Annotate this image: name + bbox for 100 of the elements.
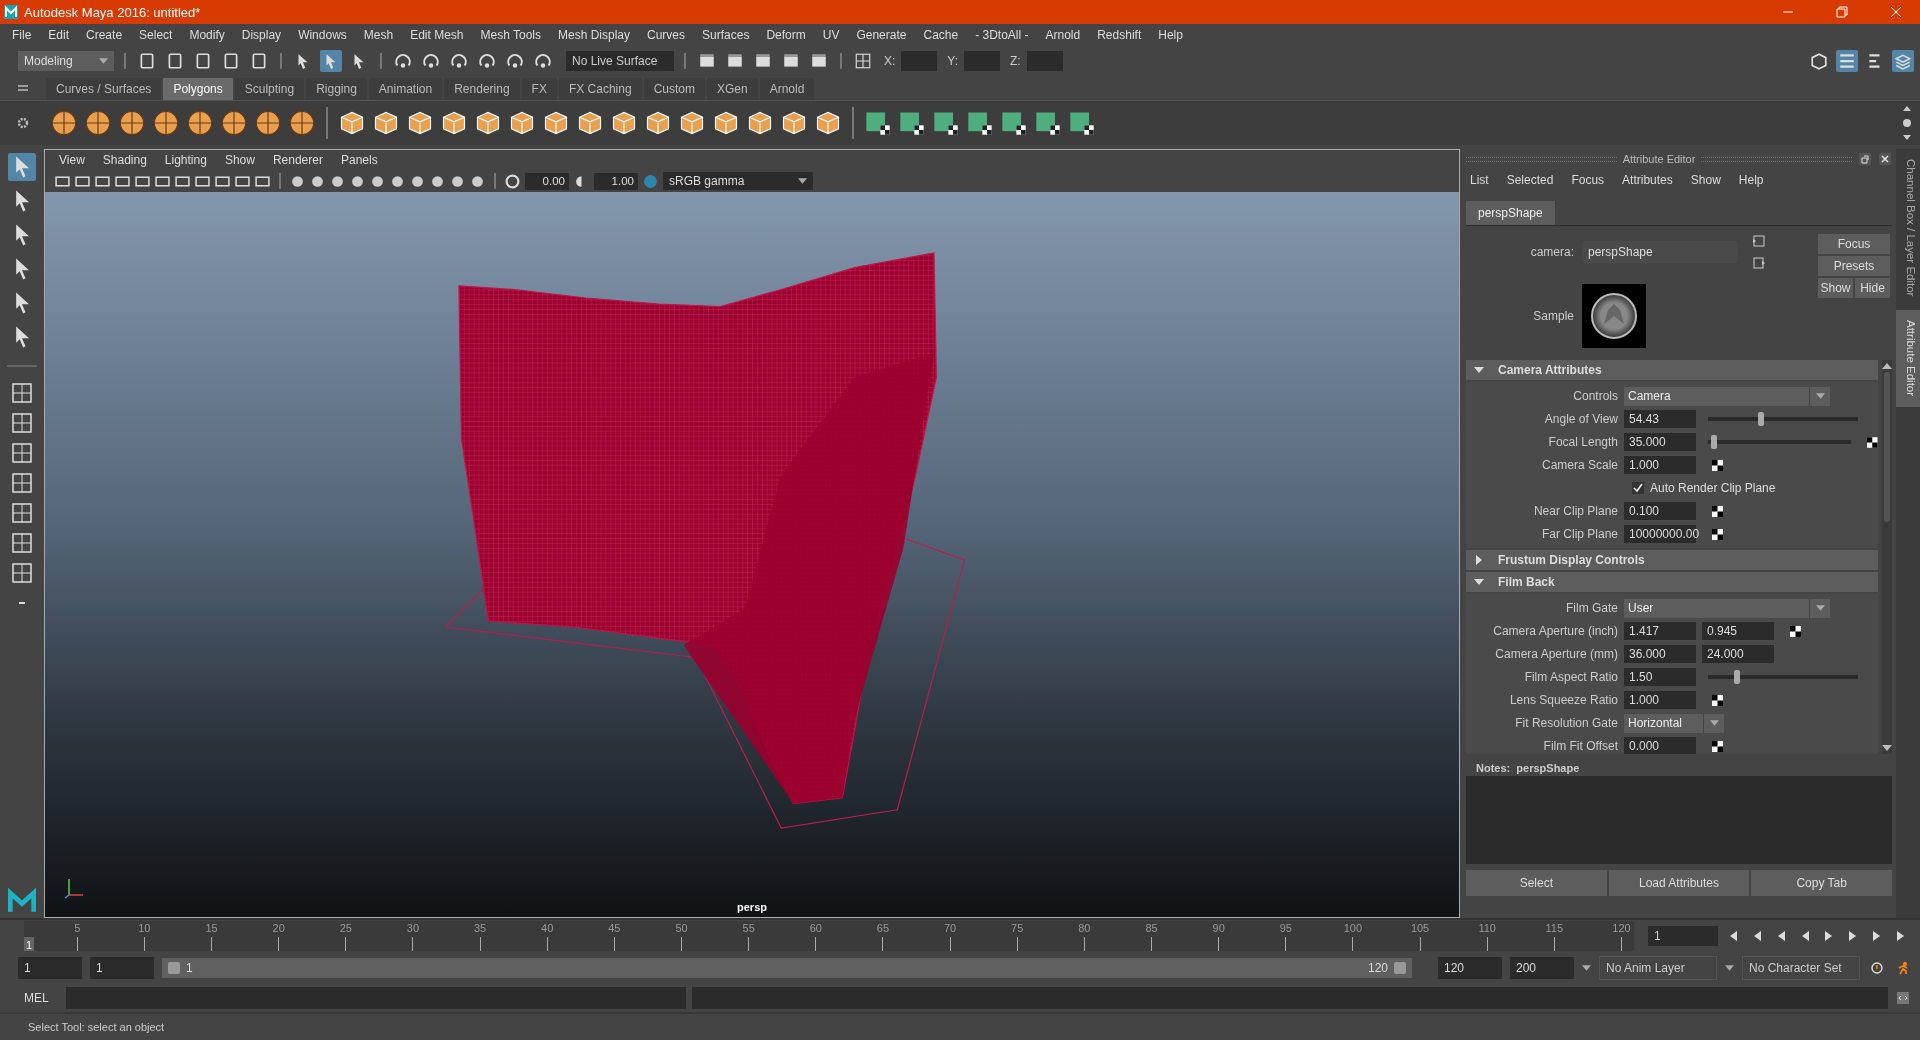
command-input-field[interactable]	[66, 987, 686, 1009]
playback-start-field[interactable]: 1	[90, 957, 154, 979]
menu-item[interactable]: Mesh Display	[558, 28, 631, 42]
shelf-tab[interactable]: Arnold	[759, 78, 815, 100]
channel-box-icon[interactable]	[1892, 50, 1914, 72]
expand-triangle-icon[interactable]	[1474, 555, 1484, 565]
collapse-triangle-icon[interactable]	[1474, 365, 1484, 375]
checker-map-icon[interactable]	[1712, 459, 1723, 471]
start-frame-field[interactable]: 1	[18, 957, 82, 979]
gamma-field[interactable]: 1.00	[594, 172, 638, 190]
shelf-tab[interactable]: FX Caching	[558, 78, 642, 100]
caret-icon[interactable]	[798, 178, 807, 184]
menu-item[interactable]: Arnold	[1045, 28, 1081, 42]
checker-map-icon[interactable]	[1712, 528, 1723, 540]
exposure-field[interactable]: 0.00	[525, 172, 569, 190]
presets-button[interactable]: Presets	[1818, 256, 1890, 276]
box-icon[interactable]	[644, 109, 672, 137]
script-editor-icon[interactable]	[1894, 991, 1912, 1005]
menu-item[interactable]: Create	[86, 28, 123, 42]
slider-thumb[interactable]	[1757, 412, 1764, 426]
number-field[interactable]: 0.945	[1702, 622, 1774, 640]
attribute-dropdown[interactable]: Camera	[1624, 386, 1830, 406]
select-tool-icon[interactable]	[8, 153, 36, 181]
number-field[interactable]: 35.000	[1624, 433, 1696, 451]
section-header[interactable]: Film Back	[1466, 572, 1878, 592]
caret-icon[interactable]	[1709, 720, 1719, 726]
checker-map-icon[interactable]	[1712, 740, 1723, 752]
coordinate-field[interactable]	[964, 51, 1001, 71]
scroll-up-icon[interactable]	[1882, 363, 1892, 369]
anim-layer-dropdown[interactable]: No Anim Layer	[1599, 956, 1717, 980]
panel-menu-item[interactable]: Shading	[102, 153, 147, 167]
attribute-dropdown[interactable]: User	[1624, 598, 1830, 618]
shelf-tab[interactable]: Rendering	[444, 78, 520, 100]
menu-item[interactable]: Display	[241, 28, 282, 42]
menu-item[interactable]: Focus	[1571, 173, 1605, 187]
close-icon[interactable]	[1878, 152, 1892, 166]
caret-icon[interactable]	[1582, 965, 1591, 971]
select-object-icon[interactable]	[320, 50, 342, 72]
menu-item[interactable]: Generate	[856, 28, 907, 42]
notes-field[interactable]	[1466, 776, 1892, 864]
section-header[interactable]: Camera Attributes	[1466, 360, 1878, 380]
editor-button[interactable]: Copy Tab	[1751, 870, 1892, 896]
panel-menu-item[interactable]: Renderer	[272, 153, 323, 167]
caret-icon[interactable]	[1815, 605, 1825, 611]
menu-item[interactable]: Cache	[923, 28, 959, 42]
shelf-tab[interactable]: XGen	[706, 78, 758, 100]
current-frame-marker[interactable]: 1	[24, 937, 35, 951]
menu-item[interactable]: Select	[139, 28, 173, 42]
panel-menu-item[interactable]: Panels	[340, 153, 378, 167]
checker-map-icon[interactable]	[1867, 436, 1878, 448]
menu-item[interactable]: Help	[1738, 173, 1764, 187]
float-panel-icon[interactable]	[1858, 152, 1872, 166]
menu-item[interactable]: Modify	[189, 28, 225, 42]
number-field[interactable]: 1.50	[1624, 668, 1696, 686]
slider-thumb[interactable]	[1733, 670, 1740, 684]
shelf-tab[interactable]: Polygons	[163, 78, 233, 100]
number-field[interactable]: 0.000	[1624, 737, 1696, 754]
caret-icon[interactable]	[99, 58, 108, 64]
panel-menu-item[interactable]: Show	[224, 153, 255, 167]
range-handle[interactable]	[1394, 962, 1406, 974]
live-surface-field[interactable]: No Live Surface	[566, 51, 674, 71]
checker-map-icon[interactable]	[1790, 625, 1801, 637]
viewport[interactable]: persp	[45, 192, 1459, 917]
coordinate-field[interactable]	[901, 51, 938, 71]
scrollbar[interactable]	[1882, 360, 1892, 754]
color-space-dropdown[interactable]: sRGB gamma	[663, 172, 813, 190]
menu-item[interactable]: Show	[1690, 173, 1721, 187]
shelf-tab[interactable]: Custom	[643, 78, 705, 100]
menu-item[interactable]: File	[12, 28, 32, 42]
menu-item[interactable]: Edit	[48, 28, 70, 42]
number-field[interactable]: 1.417	[1624, 622, 1696, 640]
sphere-icon[interactable]	[50, 109, 78, 137]
menu-item[interactable]: Mesh Tools	[480, 28, 541, 42]
end-frame-field[interactable]: 200	[1510, 957, 1574, 979]
time-slider[interactable]: 1 5 10 15 20 25 30 35 40 45 50 55 60 65 70 75 80 85 90 95 100 105 110 115 120	[24, 921, 1634, 951]
show-button[interactable]: Show	[1818, 278, 1853, 298]
editor-button[interactable]: Load Attributes	[1608, 870, 1750, 896]
shelf-tab[interactable]: Curves / Surfaces	[46, 78, 162, 100]
panel-menu-item[interactable]: Lighting	[164, 153, 207, 167]
focus-button[interactable]: Focus	[1818, 234, 1890, 254]
character-set-dropdown[interactable]: No Character Set	[1742, 956, 1860, 980]
gear-icon[interactable]	[16, 116, 30, 130]
menu-item[interactable]: Edit Mesh	[410, 28, 464, 42]
range-handle[interactable]	[168, 962, 180, 974]
menu-item[interactable]: Surfaces	[702, 28, 750, 42]
playback-end-field[interactable]: 120	[1438, 957, 1502, 979]
number-field[interactable]: 36.000	[1624, 645, 1696, 663]
shelf-tab[interactable]: Sculpting	[234, 78, 305, 100]
attribute-dropdown[interactable]: Horizontal	[1624, 713, 1724, 733]
editor-button[interactable]: Select	[1466, 870, 1607, 896]
range-slider[interactable]: 1 120	[162, 958, 1412, 978]
scroll-down-icon[interactable]	[1882, 745, 1892, 751]
number-field[interactable]: 0.100	[1624, 502, 1696, 520]
menu-item[interactable]: UV	[822, 28, 840, 42]
current-frame-field[interactable]: 1	[1648, 926, 1718, 946]
node-tab[interactable]: perspShape	[1466, 201, 1555, 225]
caret-icon[interactable]	[1725, 965, 1734, 971]
menu-item[interactable]: Mesh	[363, 28, 394, 42]
number-field[interactable]: 54.43	[1624, 410, 1696, 428]
hide-button[interactable]: Hide	[1855, 278, 1890, 298]
